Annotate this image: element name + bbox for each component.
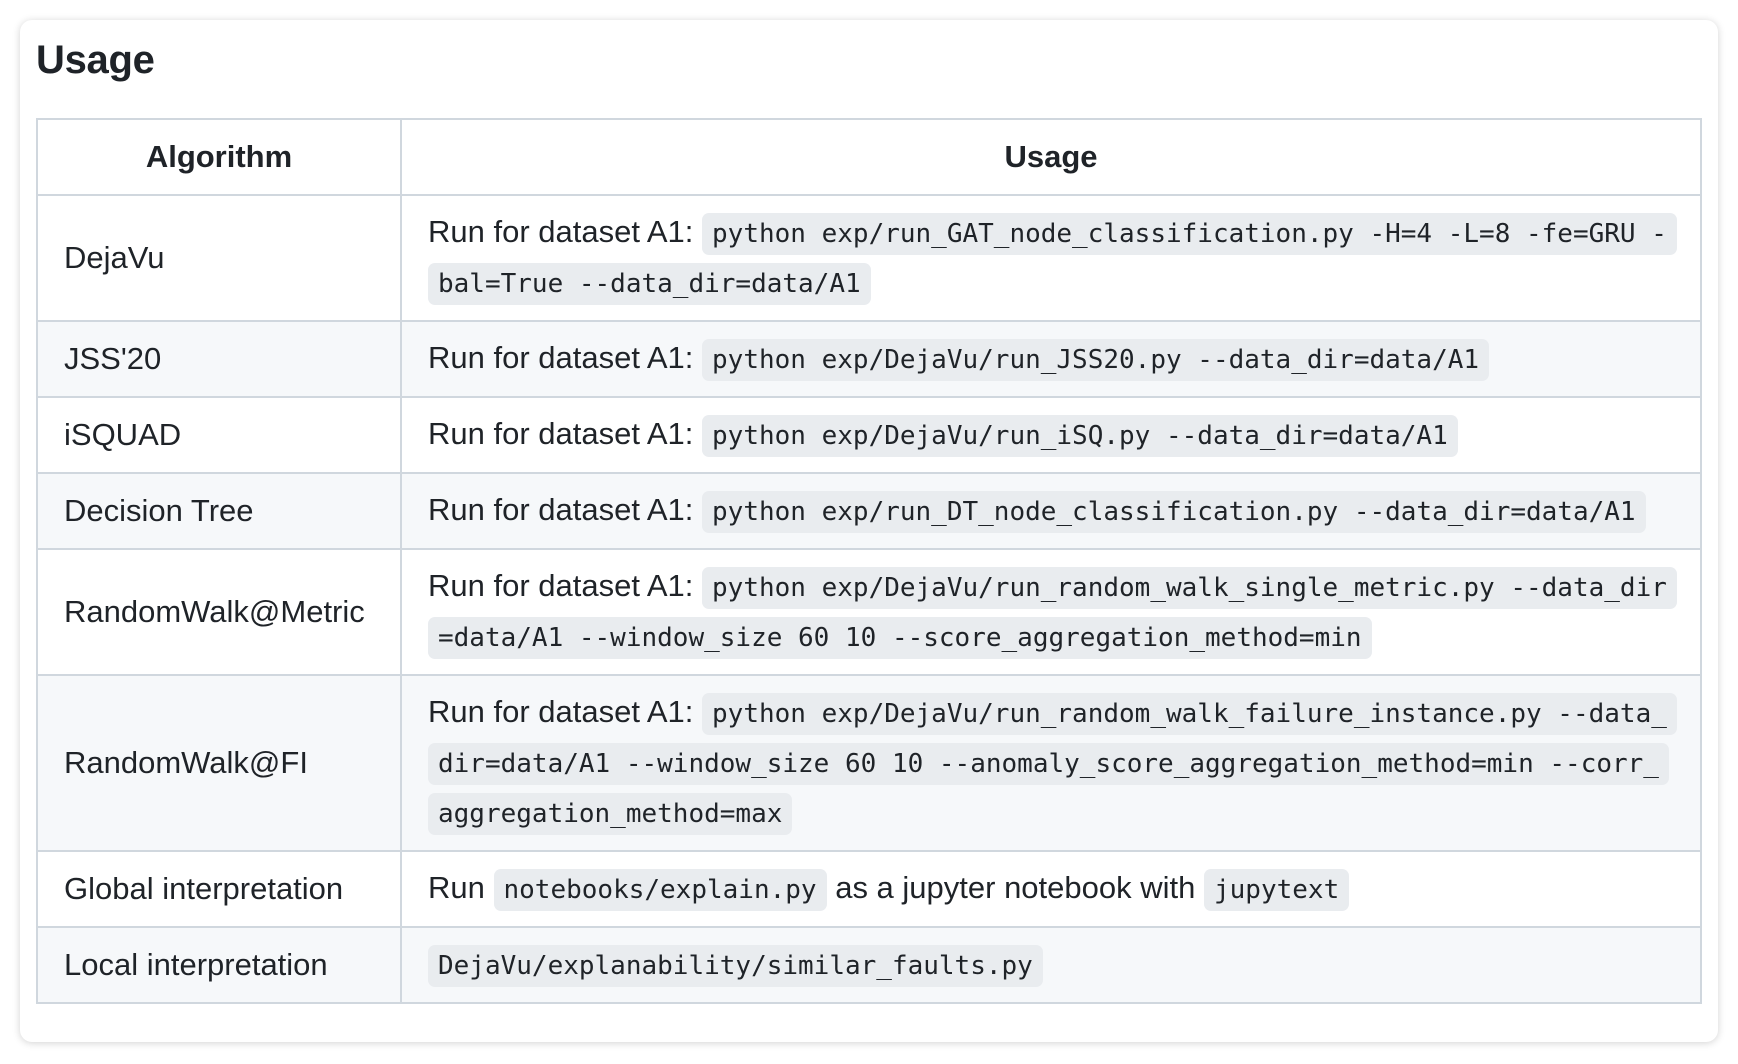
- algorithm-cell: RandomWalk@Metric: [36, 548, 402, 676]
- usage-cell: Run notebooks/explain.py as a jupyter no…: [400, 850, 1702, 928]
- algorithm-cell: Global interpretation: [36, 850, 402, 928]
- usage-cell: Run for dataset A1: python exp/run_GAT_n…: [400, 194, 1702, 322]
- header-algorithm: Algorithm: [36, 118, 402, 196]
- command-code: python exp/DejaVu/run_iSQ.py --data_dir=…: [702, 415, 1458, 457]
- algorithm-cell: JSS'20: [36, 320, 402, 398]
- table-row: RandomWalk@Metric Run for dataset A1: py…: [36, 548, 1702, 676]
- table-row: JSS'20 Run for dataset A1: python exp/De…: [36, 320, 1702, 398]
- algorithm-cell: iSQUAD: [36, 396, 402, 474]
- table-row: Decision Tree Run for dataset A1: python…: [36, 472, 1702, 550]
- usage-prefix: Run for dataset A1:: [428, 568, 694, 603]
- table-row: iSQUAD Run for dataset A1: python exp/De…: [36, 396, 1702, 474]
- usage-cell: Run for dataset A1: python exp/DejaVu/ru…: [400, 548, 1702, 676]
- usage-prefix: Run for dataset A1:: [428, 492, 694, 527]
- usage-cell: Run for dataset A1: python exp/DejaVu/ru…: [400, 674, 1702, 852]
- header-usage: Usage: [400, 118, 1702, 196]
- script-code: DejaVu/explanability/similar_faults.py: [428, 945, 1043, 987]
- usage-prefix: Run for dataset A1:: [428, 416, 694, 451]
- usage-cell: Run for dataset A1: python exp/run_DT_no…: [400, 472, 1702, 550]
- usage-prefix: Run for dataset A1:: [428, 340, 694, 375]
- table-row: DejaVu Run for dataset A1: python exp/ru…: [36, 194, 1702, 322]
- algorithm-cell: DejaVu: [36, 194, 402, 322]
- readme-section: Usage Algorithm Usage DejaVu Run for dat…: [20, 20, 1718, 1042]
- usage-cell: Run for dataset A1: python exp/DejaVu/ru…: [400, 320, 1702, 398]
- usage-cell: Run for dataset A1: python exp/DejaVu/ru…: [400, 396, 1702, 474]
- notebook-code: notebooks/explain.py: [493, 869, 827, 911]
- algorithm-cell: Local interpretation: [36, 926, 402, 1004]
- command-code: python exp/run_DT_node_classification.py…: [702, 491, 1646, 533]
- usage-text-run: Run: [428, 870, 485, 905]
- section-heading: Usage: [36, 38, 155, 82]
- algorithm-cell: RandomWalk@FI: [36, 674, 402, 852]
- tool-code: jupytext: [1204, 869, 1350, 911]
- table-row: RandomWalk@FI Run for dataset A1: python…: [36, 674, 1702, 852]
- command-code: python exp/DejaVu/run_JSS20.py --data_di…: [702, 339, 1490, 381]
- table-row: Local interpretation DejaVu/explanabilit…: [36, 926, 1702, 1004]
- usage-text-middle: as a jupyter notebook with: [835, 870, 1196, 905]
- table-header-row: Algorithm Usage: [36, 118, 1702, 196]
- table-row: Global interpretation Run notebooks/expl…: [36, 850, 1702, 928]
- usage-prefix: Run for dataset A1:: [428, 214, 694, 249]
- usage-prefix: Run for dataset A1:: [428, 694, 694, 729]
- algorithm-cell: Decision Tree: [36, 472, 402, 550]
- usage-table: Algorithm Usage DejaVu Run for dataset A…: [36, 118, 1702, 1004]
- usage-cell: DejaVu/explanability/similar_faults.py: [400, 926, 1702, 1004]
